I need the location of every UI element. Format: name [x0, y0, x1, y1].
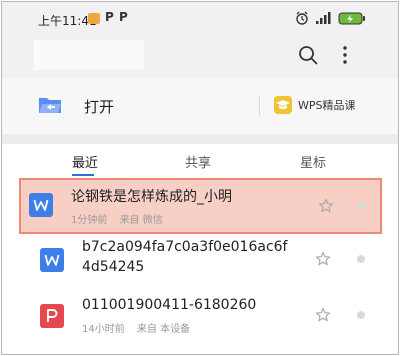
search-icon[interactable]: [297, 44, 319, 66]
active-tab-indicator: [72, 174, 94, 176]
notification-icon: [88, 13, 100, 24]
app-window: 上午11:41 P P 打开 WPS精品课 最近 共享 星标 论钢铁是怎样炼成的…: [1, 1, 399, 355]
alarm-icon: [296, 11, 308, 25]
sync-status-dot[interactable]: [357, 255, 365, 263]
status-bar: 上午11:41 P P: [2, 2, 398, 38]
signal-4g-icon: [316, 12, 331, 24]
section-separator: [2, 134, 398, 144]
word-doc-icon: [40, 248, 64, 272]
wps-course-button[interactable]: WPS精品课: [274, 93, 384, 119]
file-list-item[interactable]: b7c2a094fa7c0a3f0e016ac6f 4d54245: [2, 234, 398, 286]
pdf-doc-icon: [40, 304, 64, 328]
star-icon[interactable]: [315, 251, 331, 267]
tab-recent[interactable]: 最近: [72, 152, 98, 171]
tab-starred[interactable]: 星标: [300, 152, 326, 171]
tab-shared[interactable]: 共享: [185, 152, 211, 171]
more-vertical-icon[interactable]: [338, 44, 352, 66]
graduation-cap-icon: [274, 96, 292, 114]
file-source: 来自 本设备: [136, 324, 191, 335]
quick-actions-bar: 打开 WPS精品课: [2, 78, 398, 134]
file-title: 011001900411-6180260: [82, 297, 257, 313]
file-time: 14小时前: [82, 324, 125, 335]
folder-open-icon: [39, 98, 61, 113]
sync-status-dot[interactable]: [358, 202, 366, 210]
sync-status-dot[interactable]: [357, 311, 365, 319]
wps-course-label: WPS精品课: [298, 99, 356, 112]
word-doc-icon: [29, 193, 53, 217]
p-app-icon: P: [119, 10, 128, 24]
file-list-item[interactable]: 论钢铁是怎样炼成的_小明 1分钟前 来自 微信: [19, 178, 382, 234]
file-title: 论钢铁是怎样炼成的_小明: [71, 189, 232, 205]
file-meta: 14小时前 来自 本设备: [82, 320, 199, 335]
file-list-item[interactable]: 011001900411-6180260 14小时前 来自 本设备: [2, 290, 398, 340]
app-header: [2, 38, 398, 78]
p-app-icon: P: [105, 10, 114, 24]
star-icon[interactable]: [315, 307, 331, 323]
file-title-line2: 4d54245: [82, 259, 145, 275]
file-time: 1分钟前: [71, 215, 108, 226]
star-icon[interactable]: [318, 198, 334, 214]
file-source: 来自 微信: [119, 215, 163, 226]
file-meta: 1分钟前 来自 微信: [71, 211, 172, 226]
tab-bar: 最近 共享 星标: [2, 144, 398, 178]
open-label: 打开: [84, 98, 115, 116]
battery-charging-icon: [338, 12, 365, 25]
open-button[interactable]: 打开: [38, 91, 128, 121]
account-area: [34, 40, 144, 70]
divider: [259, 96, 260, 116]
file-title-line1: b7c2a094fa7c0a3f0e016ac6f: [82, 239, 288, 255]
